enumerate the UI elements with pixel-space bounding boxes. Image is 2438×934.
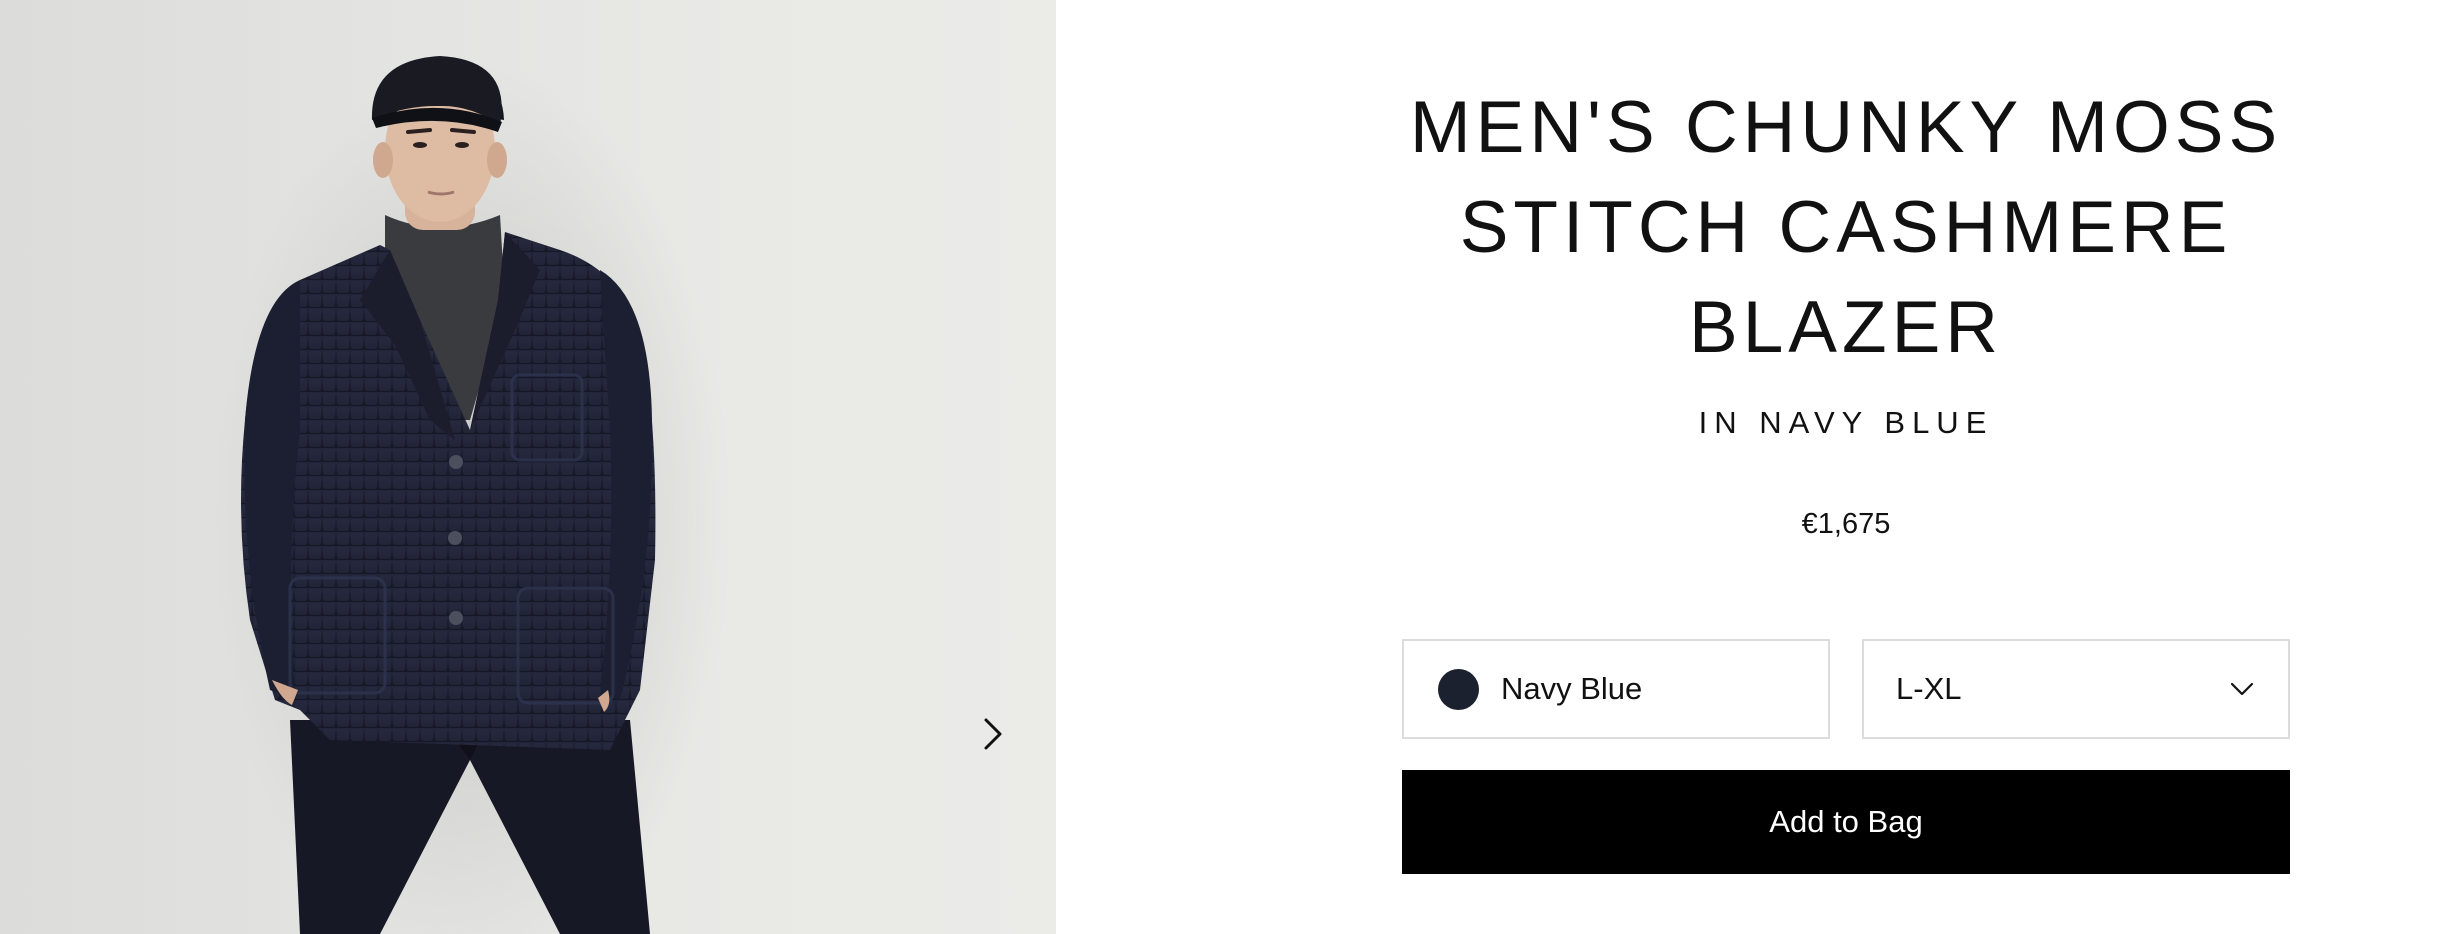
product-image-gallery bbox=[0, 0, 1056, 934]
add-to-bag-button[interactable]: Add to Bag bbox=[1402, 770, 2290, 874]
chevron-down-icon bbox=[2230, 682, 2254, 696]
color-swatch bbox=[1438, 668, 1479, 710]
product-photo bbox=[210, 56, 730, 934]
product-color-subtitle: IN NAVY BLUE bbox=[1698, 405, 1994, 440]
size-selector-value: L-XL bbox=[1896, 671, 1962, 706]
next-image-button[interactable] bbox=[972, 712, 1016, 756]
color-selector[interactable]: Navy Blue bbox=[1402, 639, 1830, 739]
product-page: MEN'S CHUNKY MOSS STITCH CASHMERE BLAZER… bbox=[0, 0, 2438, 934]
product-title: MEN'S CHUNKY MOSS STITCH CASHMERE BLAZER bbox=[1409, 87, 2283, 368]
product-price: €1,675 bbox=[1801, 508, 1891, 540]
size-selector[interactable]: L-XL bbox=[1862, 639, 2290, 739]
product-info-panel: MEN'S CHUNKY MOSS STITCH CASHMERE BLAZER… bbox=[1402, 0, 2290, 934]
chevron-right-icon bbox=[984, 718, 1002, 750]
color-selector-label: Navy Blue bbox=[1501, 671, 1643, 706]
